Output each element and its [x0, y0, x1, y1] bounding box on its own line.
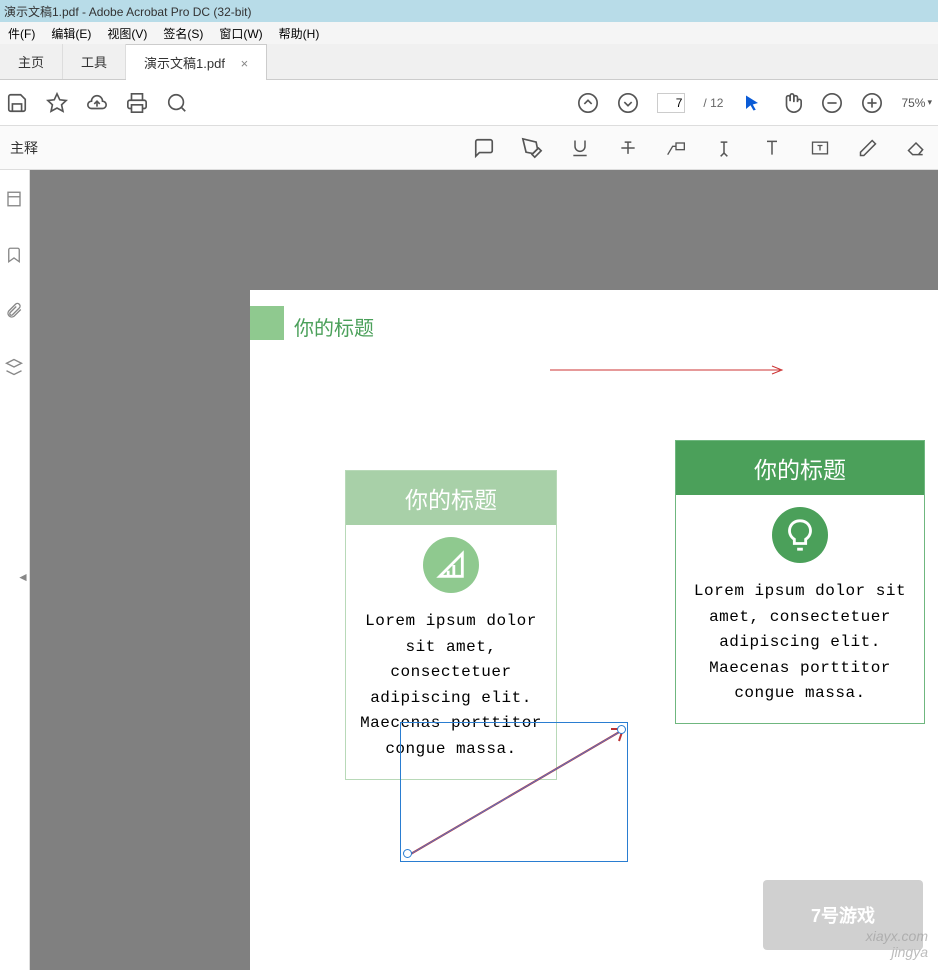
zoom-out-icon[interactable] — [821, 92, 843, 114]
print-icon[interactable] — [126, 92, 148, 114]
save-icon[interactable] — [6, 92, 28, 114]
red-arrow-annotation — [550, 364, 790, 376]
zoom-level[interactable]: 75% ▾ — [901, 96, 932, 110]
title-accent-block — [250, 306, 284, 340]
cloud-upload-icon[interactable] — [86, 92, 108, 114]
menu-file[interactable]: 件(F) — [0, 25, 43, 42]
menu-window[interactable]: 窗口(W) — [211, 25, 270, 42]
pdf-page: 你的标题 你的标题 Lorem ipsum dolor sit amet, co… — [250, 290, 938, 970]
zoom-in-icon[interactable] — [861, 92, 883, 114]
underline-icon[interactable] — [568, 136, 592, 160]
annotation-label: 主释 — [10, 138, 38, 158]
window-title-bar: 演示文稿1.pdf - Adobe Acrobat Pro DC (32-bit… — [0, 0, 938, 22]
page-number-input[interactable] — [657, 93, 685, 113]
text-callout-icon[interactable] — [664, 136, 688, 160]
page-down-icon[interactable] — [617, 92, 639, 114]
card-2-body: Lorem ipsum dolor sit amet, consectetuer… — [676, 563, 924, 723]
text-tool-icon[interactable] — [760, 136, 784, 160]
page-total-label: / 12 — [703, 96, 723, 110]
tab-home[interactable]: 主页 — [0, 44, 63, 79]
watermark-text: xiayx.com jingya — [866, 928, 928, 960]
bookmarks-icon[interactable] — [5, 246, 25, 266]
star-icon[interactable] — [46, 92, 68, 114]
tab-document-label: 演示文稿1.pdf — [144, 56, 225, 71]
document-viewer[interactable]: 你的标题 你的标题 Lorem ipsum dolor sit amet, co… — [30, 170, 938, 970]
textbox-icon[interactable] — [808, 136, 832, 160]
annotation-toolbar: 主释 — [0, 126, 938, 170]
tab-document[interactable]: 演示文稿1.pdf × — [126, 44, 267, 80]
content-card-2: 你的标题 Lorem ipsum dolor sit amet, consect… — [675, 440, 925, 724]
triangle-ruler-icon — [423, 537, 479, 593]
menu-help[interactable]: 帮助(H) — [271, 25, 328, 42]
window-title: 演示文稿1.pdf - Adobe Acrobat Pro DC (32-bit… — [4, 3, 251, 20]
zoom-dropdown-icon: ▾ — [927, 97, 932, 108]
tab-close-icon[interactable]: × — [241, 56, 249, 71]
layers-icon[interactable] — [5, 358, 25, 378]
menu-sign[interactable]: 签名(S) — [155, 25, 211, 42]
card-1-title: 你的标题 — [346, 471, 556, 525]
sidebar-collapse-icon[interactable]: ◄ — [17, 570, 29, 584]
page-up-icon[interactable] — [577, 92, 599, 114]
annotation-handle-end[interactable] — [617, 725, 626, 734]
eraser-icon[interactable] — [904, 136, 928, 160]
menu-edit[interactable]: 编辑(E) — [43, 25, 99, 42]
arrow-annotation-bbox[interactable] — [400, 722, 628, 862]
comment-icon[interactable] — [472, 136, 496, 160]
tabs-bar: 主页 工具 演示文稿1.pdf × — [0, 44, 938, 80]
attachments-icon[interactable] — [5, 302, 25, 322]
search-icon[interactable] — [166, 92, 188, 114]
thumbnails-icon[interactable] — [5, 190, 25, 210]
strikethrough-icon[interactable] — [616, 136, 640, 160]
main-area: ◄ 你的标题 你的标题 Lorem ipsum dolor sit amet, … — [0, 170, 938, 970]
highlight-icon[interactable] — [520, 136, 544, 160]
hand-tool-icon[interactable] — [781, 92, 803, 114]
annotation-handle-start[interactable] — [403, 849, 412, 858]
menu-bar: 件(F) 编辑(E) 视图(V) 签名(S) 窗口(W) 帮助(H) — [0, 22, 938, 44]
card-2-title: 你的标题 — [676, 441, 924, 495]
navigation-sidebar: ◄ — [0, 170, 30, 970]
lightbulb-icon — [772, 507, 828, 563]
tab-tools[interactable]: 工具 — [63, 44, 126, 79]
pencil-icon[interactable] — [856, 136, 880, 160]
selection-tool-icon[interactable] — [741, 92, 763, 114]
main-toolbar: / 12 75% ▾ — [0, 80, 938, 126]
menu-view[interactable]: 视图(V) — [99, 25, 155, 42]
page-title: 你的标题 — [294, 312, 374, 341]
text-caret-icon[interactable] — [712, 136, 736, 160]
